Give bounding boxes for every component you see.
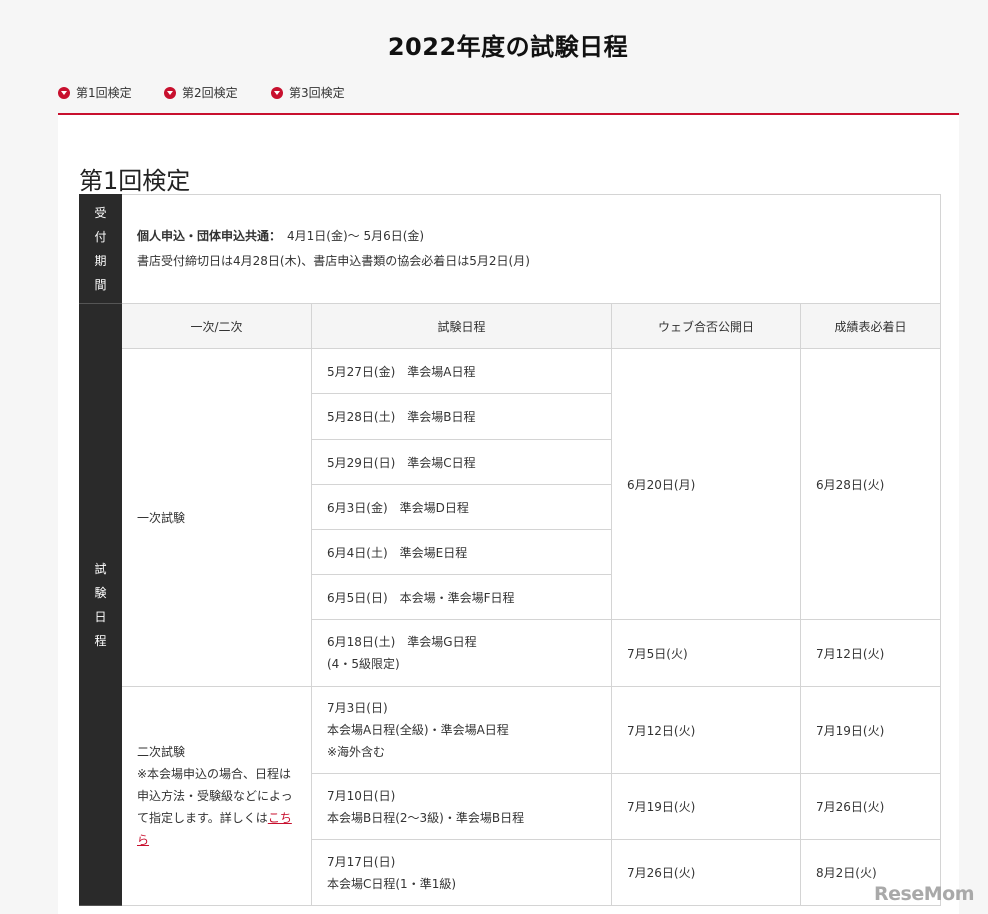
report-arrival-date: 7月19日(火) [799, 686, 942, 774]
web-result-date: 7月12日(火) [611, 686, 801, 774]
anchor-link-label: 第3回検定 [289, 86, 345, 100]
anchor-link-label: 第2回検定 [182, 86, 238, 100]
schedule-table: 受付期間 個人申込・団体申込共通： 4月1日(金)〜 5月6日(金) 書店受付締… [79, 194, 942, 906]
column-header: ウェブ合否公開日 [611, 303, 801, 349]
column-header: 一次/二次 [121, 303, 312, 349]
table-header-row: 試験日程 一次/二次 試験日程 ウェブ合否公開日 成績表必着日 [79, 303, 942, 906]
exam-date: 6月4日(土) 準会場E日程 [311, 529, 612, 575]
exam-date: 5月28日(土) 準会場B日程 [311, 393, 612, 440]
table-row: 二次試験 ※本会場申込の場合、日程は申込方法・受験級などによって指定します。詳し… [80, 686, 942, 906]
anchor-link-round-2[interactable]: 第2回検定 [164, 84, 238, 102]
chevron-down-icon [271, 87, 283, 99]
reception-common-label: 個人申込・団体申込共通： [137, 229, 276, 243]
exam-date: 5月29日(日) 準会場C日程 [311, 439, 612, 485]
web-result-date: 7月5日(火) [611, 619, 801, 687]
table-row: 一次試験 5月27日(金) 準会場A日程 6月20日(月) 6月28日(火) [80, 348, 942, 687]
anchor-link-round-3[interactable]: 第3回検定 [271, 84, 345, 102]
resemom-logo: ReseMom [874, 883, 974, 905]
reception-bookstore-note: 書店受付締切日は4月28日(木)、書店申込書類の協会必着日は5月2日(月) [137, 254, 530, 268]
column-header: 試験日程 [311, 303, 612, 349]
report-arrival-date: 7月12日(火) [799, 619, 942, 687]
exam-date-limited: 6月18日(土) 準会場G日程 (4・5級限定) [311, 619, 612, 687]
reception-row: 受付期間 個人申込・団体申込共通： 4月1日(金)〜 5月6日(金) 書店受付締… [79, 194, 942, 304]
exam-date: 7月10日(日) 本会場B日程(2〜3級)・準会場B日程 [311, 773, 612, 840]
exam-date: 7月17日(日) 本会場C日程(1・準1級) [311, 839, 612, 906]
exam-date: 6月5日(日) 本会場・準会場F日程 [311, 574, 612, 620]
web-result-date: 7月19日(火) [611, 773, 801, 840]
anchor-link-round-1[interactable]: 第1回検定 [58, 84, 132, 102]
exam-date: 6月3日(金) 準会場D日程 [311, 484, 612, 530]
exam-date: 7月3日(日) 本会場A日程(全級)・準会場A日程 ※海外含む [311, 686, 612, 774]
report-arrival-date: 7月26日(火) [799, 773, 942, 840]
report-arrival-date: 6月28日(火) [799, 348, 942, 620]
reception-period-cell: 個人申込・団体申込共通： 4月1日(金)〜 5月6日(金) 書店受付締切日は4月… [120, 194, 942, 304]
web-result-date: 6月20日(月) [611, 348, 801, 620]
exam-schedule-label: 試験日程 [79, 303, 122, 906]
column-header: 成績表必着日 [799, 303, 942, 349]
reception-period-label: 受付期間 [79, 194, 122, 304]
anchor-link-label: 第1回検定 [76, 86, 132, 100]
second-round-label: 二次試験 [137, 745, 186, 759]
reception-common-value: 4月1日(金)〜 5月6日(金) [275, 229, 425, 243]
second-round-cell: 二次試験 ※本会場申込の場合、日程は申込方法・受験級などによって指定します。詳し… [121, 686, 312, 906]
page-title: 2022年度の試験日程 [387, 33, 629, 61]
exam-date: 5月27日(金) 準会場A日程 [311, 348, 612, 394]
chevron-down-icon [58, 87, 70, 99]
first-round-label: 一次試験 [121, 348, 312, 687]
section-heading: 第1回検定 [79, 166, 191, 195]
web-result-date: 7月26日(火) [611, 839, 801, 906]
chevron-down-icon [164, 87, 176, 99]
